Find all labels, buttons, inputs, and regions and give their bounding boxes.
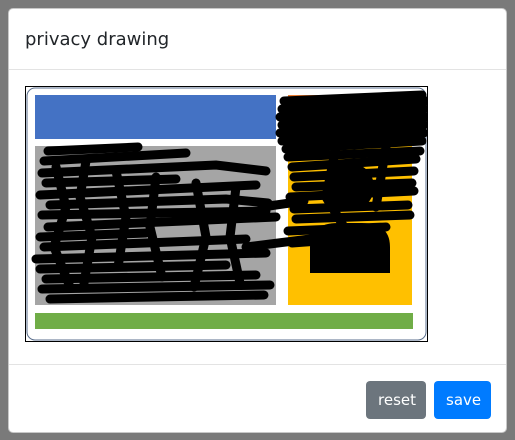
modal-body: [9, 70, 506, 364]
reset-button[interactable]: reset: [366, 381, 426, 419]
drawing-canvas-svg[interactable]: [26, 87, 427, 341]
card-header-bar: [35, 95, 276, 139]
modal-footer: reset save: [9, 364, 506, 432]
drawing-canvas[interactable]: [25, 86, 428, 342]
card-footer-bar: [35, 313, 413, 329]
privacy-drawing-modal: privacy drawing reset save: [8, 8, 507, 433]
save-button[interactable]: save: [434, 381, 491, 419]
modal-title: privacy drawing: [25, 29, 170, 50]
modal-header: privacy drawing: [9, 9, 506, 70]
